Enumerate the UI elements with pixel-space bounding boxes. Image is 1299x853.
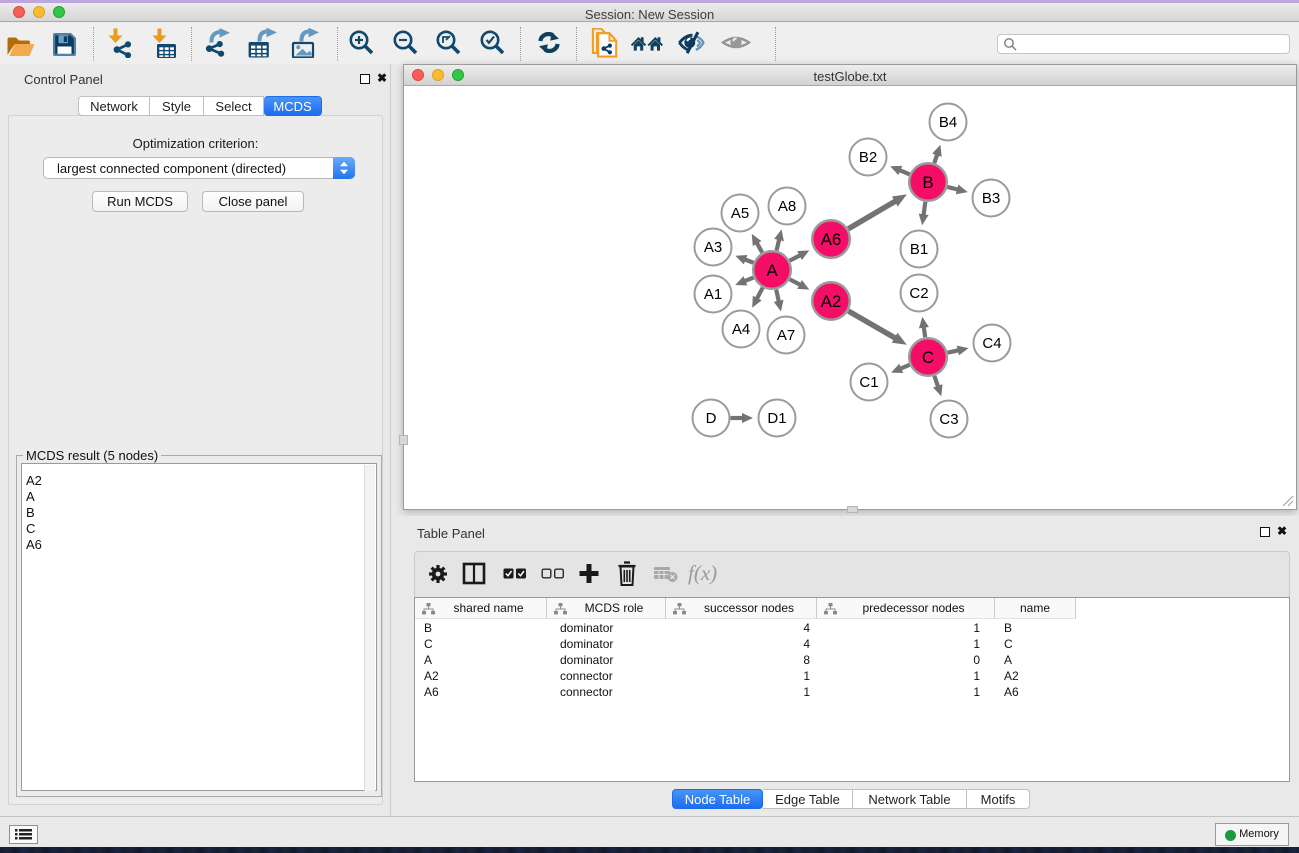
svg-text:C1: C1 bbox=[859, 374, 878, 391]
svg-text:D1: D1 bbox=[767, 410, 786, 427]
svg-text:C: C bbox=[922, 348, 934, 367]
svg-text:A3: A3 bbox=[704, 239, 722, 256]
svg-text:C2: C2 bbox=[909, 285, 928, 302]
svg-text:B4: B4 bbox=[939, 114, 957, 131]
svg-text:A8: A8 bbox=[778, 198, 796, 215]
svg-text:B3: B3 bbox=[982, 190, 1000, 207]
svg-text:A5: A5 bbox=[731, 205, 749, 222]
svg-text:B1: B1 bbox=[910, 241, 928, 258]
svg-text:B2: B2 bbox=[859, 149, 877, 166]
svg-text:A1: A1 bbox=[704, 286, 722, 303]
svg-text:A2: A2 bbox=[821, 292, 842, 311]
svg-text:D: D bbox=[706, 410, 717, 427]
svg-text:A: A bbox=[766, 261, 778, 280]
svg-text:A7: A7 bbox=[777, 327, 795, 344]
svg-text:C3: C3 bbox=[939, 411, 958, 428]
svg-text:C4: C4 bbox=[982, 335, 1001, 352]
svg-text:A4: A4 bbox=[732, 321, 750, 338]
svg-text:A6: A6 bbox=[821, 230, 842, 249]
svg-text:B: B bbox=[922, 173, 933, 192]
